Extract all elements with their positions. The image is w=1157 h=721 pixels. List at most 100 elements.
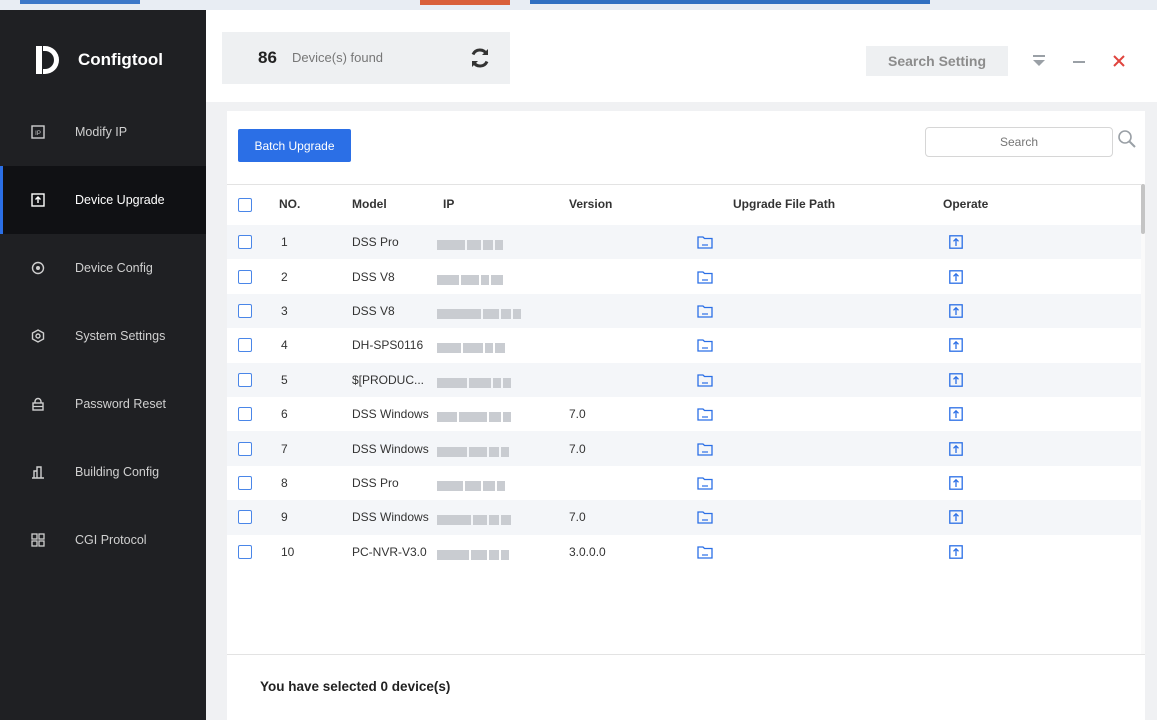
search-icon[interactable] (1117, 129, 1137, 149)
row-number: 8 (281, 475, 288, 490)
row-checkbox[interactable] (238, 441, 252, 456)
folder-icon[interactable] (697, 235, 713, 249)
folder-icon[interactable] (697, 510, 713, 524)
column-header-upgrade-file-path: Upgrade File Path (733, 197, 836, 211)
table-row[interactable]: 1 DSS Pro (227, 225, 1141, 260)
row-version: 7.0 (569, 441, 586, 456)
row-ip-redacted (437, 272, 505, 285)
table-row[interactable]: 3 DSS V8 (227, 293, 1141, 329)
table-row[interactable]: 9 DSS Windows 7.0 (227, 500, 1141, 535)
desktop-bar (530, 0, 930, 4)
app-logo: Configtool (34, 40, 163, 80)
upgrade-panel: Batch Upgrade NO. Model IP Version Upgra… (227, 111, 1145, 721)
row-model: DSS Windows (352, 407, 429, 422)
scrollbar[interactable] (1141, 184, 1145, 654)
upload-icon[interactable] (949, 510, 963, 525)
top-bar: 86 Device(s) found Search Setting (206, 10, 1157, 102)
row-ip-redacted (437, 444, 511, 457)
row-version: 3.0.0.0 (569, 544, 606, 559)
sidebar-item-device-upgrade[interactable]: Device Upgrade (0, 166, 206, 234)
upload-icon[interactable] (949, 407, 963, 421)
row-number: 4 (281, 338, 288, 353)
sidebar-item-modify-ip[interactable]: IP Modify IP (0, 98, 206, 166)
row-number: 7 (281, 441, 288, 456)
upload-icon[interactable] (949, 372, 963, 387)
filter-icon[interactable] (1028, 50, 1050, 72)
table-row[interactable]: 10 PC-NVR-V3.0 3.0.0.0 (227, 535, 1141, 569)
sidebar-item-label: Modify IP (75, 125, 128, 139)
folder-icon[interactable] (697, 442, 713, 456)
device-config-icon (30, 260, 46, 276)
select-all-checkbox[interactable] (238, 198, 252, 212)
row-checkbox[interactable] (238, 269, 252, 284)
refresh-icon[interactable] (467, 45, 493, 71)
table-row[interactable]: 7 DSS Windows 7.0 (227, 431, 1141, 466)
upload-icon[interactable] (949, 304, 963, 318)
minimize-icon[interactable] (1068, 50, 1090, 72)
table-row[interactable]: 5 $[PRODUC... (227, 362, 1141, 397)
upload-icon[interactable] (949, 476, 963, 490)
row-checkbox[interactable] (238, 338, 252, 353)
upload-icon[interactable] (949, 269, 963, 284)
upload-icon[interactable] (949, 235, 963, 250)
row-ip-redacted (437, 340, 507, 354)
device-count-label: Device(s) found (292, 50, 384, 65)
folder-icon[interactable] (697, 304, 713, 318)
upgrade-icon (30, 192, 46, 208)
close-icon[interactable] (1108, 50, 1130, 72)
search-setting-button[interactable]: Search Setting (866, 46, 1008, 76)
row-checkbox[interactable] (238, 544, 252, 559)
row-checkbox[interactable] (238, 407, 252, 422)
row-ip-redacted (437, 547, 511, 560)
row-model: DSS Windows (352, 441, 429, 456)
scrollbar-thumb[interactable] (1141, 184, 1145, 234)
row-number: 5 (281, 372, 288, 387)
folder-icon[interactable] (697, 545, 713, 559)
row-number: 10 (281, 544, 295, 559)
sidebar-item-building-config[interactable]: Building Config (0, 438, 206, 506)
desktop-bar (420, 0, 510, 5)
row-number: 3 (281, 303, 288, 318)
row-checkbox[interactable] (238, 303, 252, 318)
row-checkbox[interactable] (238, 475, 252, 490)
row-number: 6 (281, 407, 288, 422)
folder-icon[interactable] (697, 270, 713, 284)
device-count: 86 (258, 48, 277, 67)
table-body: 1 DSS Pro 2 DSS V8 3 DSS V8 4 DH-SPS0116 5 $[PROD… (227, 225, 1141, 569)
svg-text:IP: IP (35, 131, 41, 137)
upload-icon[interactable] (949, 338, 963, 353)
table-row[interactable]: 8 DSS Pro (227, 466, 1141, 500)
row-version: 7.0 (569, 407, 586, 422)
sidebar-item-device-config[interactable]: Device Config (0, 234, 206, 302)
row-checkbox[interactable] (238, 372, 252, 387)
folder-icon[interactable] (697, 476, 713, 490)
table-row[interactable]: 2 DSS V8 (227, 259, 1141, 293)
folder-icon[interactable] (697, 407, 713, 421)
building-icon (30, 464, 46, 480)
row-model: DSS V8 (352, 303, 395, 318)
lock-icon (30, 396, 46, 412)
sidebar-item-label: CGI Protocol (75, 533, 147, 547)
sidebar-item-label: Building Config (75, 465, 160, 479)
folder-icon[interactable] (697, 338, 713, 353)
upload-icon[interactable] (949, 441, 963, 456)
sidebar-nav: IP Modify IP Device Upgrade Device Confi… (0, 98, 206, 574)
sidebar-item-password-reset[interactable]: Password Reset (0, 370, 206, 438)
column-header-model: Model (352, 197, 387, 211)
row-checkbox[interactable] (238, 510, 252, 525)
sidebar-item-cgi-protocol[interactable]: CGI Protocol (0, 506, 206, 574)
row-number: 9 (281, 510, 288, 525)
row-ip-redacted (437, 409, 513, 423)
batch-upgrade-button[interactable]: Batch Upgrade (238, 129, 351, 162)
selection-status: You have selected 0 device(s) (260, 679, 451, 694)
search-input[interactable] (925, 127, 1113, 157)
table-row[interactable]: 4 DH-SPS0116 (227, 328, 1141, 362)
main-window: 86 Device(s) found Search Setting Batch … (206, 10, 1157, 721)
sidebar-item-system-settings[interactable]: System Settings (0, 302, 206, 370)
row-checkbox[interactable] (238, 235, 252, 250)
sidebar-item-label: Password Reset (75, 397, 167, 411)
table-row[interactable]: 6 DSS Windows 7.0 (227, 397, 1141, 431)
folder-icon[interactable] (697, 373, 713, 387)
upload-icon[interactable] (949, 544, 963, 559)
row-model: DH-SPS0116 (352, 338, 424, 353)
